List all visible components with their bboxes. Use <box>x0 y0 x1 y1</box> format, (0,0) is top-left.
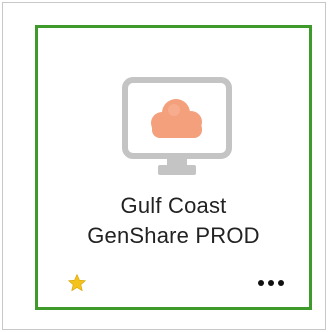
desktop-tile[interactable]: Gulf Coast GenShare PROD <box>35 25 312 310</box>
tile-container: Gulf Coast GenShare PROD <box>2 2 326 330</box>
more-options-icon <box>258 280 264 286</box>
star-icon[interactable] <box>67 273 87 293</box>
more-options-dot <box>268 280 274 286</box>
more-options-button[interactable] <box>253 272 289 294</box>
monitor-cloud-icon <box>122 77 232 175</box>
tile-title-line-2: GenShare PROD <box>87 223 260 248</box>
more-options-dot <box>278 280 284 286</box>
tile-title: Gulf Coast GenShare PROD <box>38 191 309 251</box>
tile-title-line-1: Gulf Coast <box>120 193 227 218</box>
